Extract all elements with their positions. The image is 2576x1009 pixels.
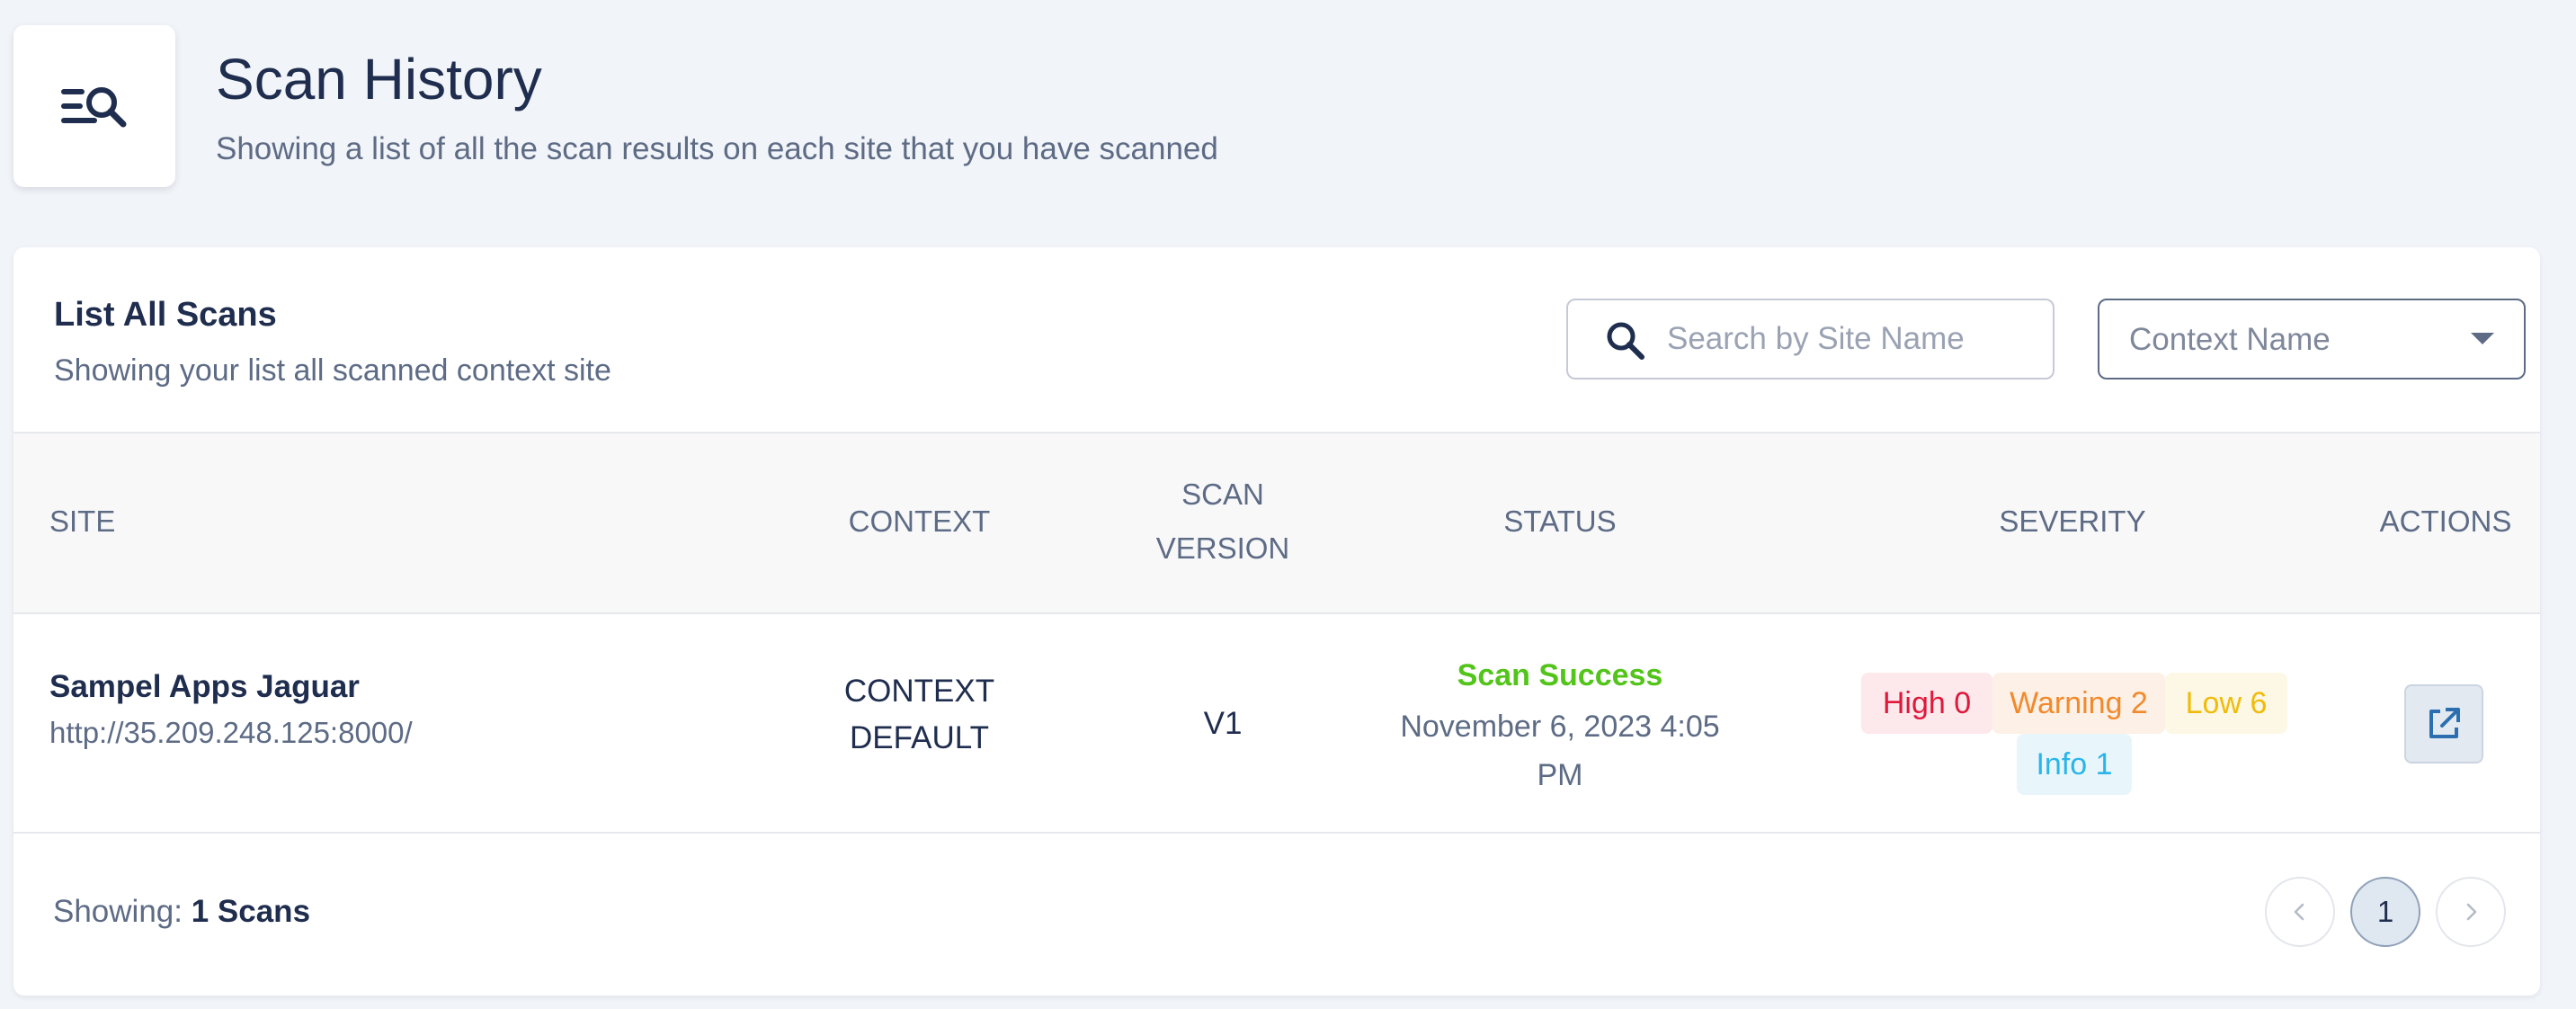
- list-search-icon: [61, 87, 127, 128]
- chevron-right-icon: [2466, 903, 2477, 921]
- page-title: Scan History: [216, 47, 542, 112]
- scan-version-cell: V1: [1203, 706, 1243, 741]
- context-select-label: Context Name: [2129, 322, 2331, 357]
- status-badge: Scan Success: [1457, 658, 1663, 692]
- column-header-status: STATUS: [1503, 504, 1617, 538]
- page-icon-container: [13, 25, 175, 187]
- context-cell: CONTEXT DEFAULT: [843, 674, 995, 755]
- scans-card: List All Scans Showing your list all sca…: [13, 247, 2540, 996]
- column-header-scan-version: SCAN VERSION: [1155, 478, 1290, 565]
- column-header-site: SITE: [49, 504, 116, 538]
- open-scan-button[interactable]: [2404, 684, 2483, 763]
- showing-count: 1 Scans: [191, 894, 311, 929]
- pagination-page-button[interactable]: 1: [2350, 877, 2420, 947]
- table-row: Sampel Apps Jaguar http://35.209.248.125…: [13, 614, 2540, 834]
- column-header-actions: ACTIONS: [2379, 504, 2512, 538]
- chevron-left-icon: [2294, 903, 2304, 921]
- severity-warning-badge: Warning 2: [1992, 673, 2165, 734]
- severity-high-badge: High 0: [1861, 673, 1992, 734]
- showing-label: Showing:: [53, 894, 183, 929]
- scan-date: November 6, 2023 4:05 PM: [1400, 710, 1720, 792]
- external-link-icon: [2429, 708, 2460, 738]
- search-icon: [1607, 322, 1645, 360]
- card-title: List All Scans: [54, 296, 277, 334]
- search-box[interactable]: [1566, 299, 2055, 379]
- pagination-next-button[interactable]: [2436, 877, 2506, 947]
- search-input[interactable]: [1667, 300, 2045, 378]
- pagination-prev-button[interactable]: [2265, 877, 2335, 947]
- site-url: http://35.209.248.125:8000/: [49, 716, 413, 749]
- table-header: SITE CONTEXT SCAN VERSION STATUS SEVERIT…: [13, 432, 2540, 614]
- severity-info-badge: Info 1: [2017, 734, 2132, 795]
- scan-count: Showing: 1 Scans: [53, 891, 310, 933]
- card-subtitle: Showing your list all scanned context si…: [54, 353, 611, 388]
- severity-low-badge: Low 6: [2165, 673, 2287, 734]
- page-subtitle: Showing a list of all the scan results o…: [216, 131, 1218, 166]
- chevron-down-icon: [2471, 333, 2494, 344]
- column-header-severity: SEVERITY: [1999, 504, 2146, 538]
- column-header-context: CONTEXT: [848, 504, 991, 538]
- site-name: Sampel Apps Jaguar: [49, 669, 360, 704]
- context-name-select[interactable]: Context Name: [2098, 299, 2526, 379]
